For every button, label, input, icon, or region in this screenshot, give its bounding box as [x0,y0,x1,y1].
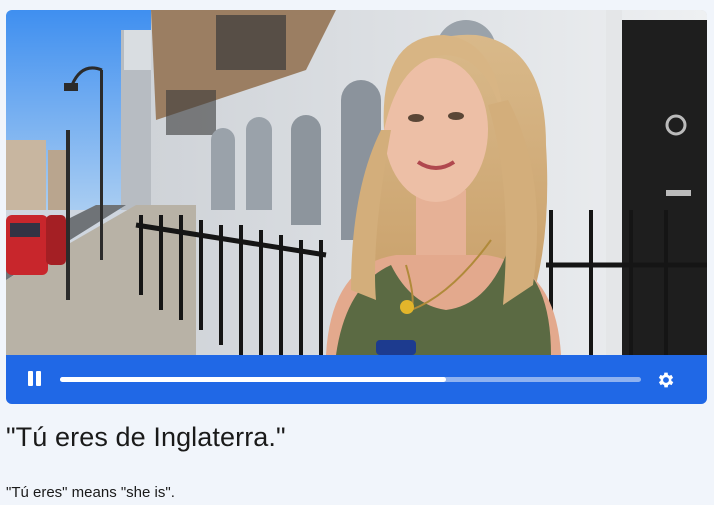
pause-icon-bar [36,371,41,386]
pause-icon [28,371,33,386]
sentence-explanation: "Tú eres" means "she is". [6,484,175,501]
gear-icon [658,372,674,388]
progress-bar[interactable] [60,377,641,382]
video-controls-bar [6,355,707,404]
progress-bar-fill [60,377,447,382]
video-frame [6,10,707,355]
settings-button[interactable] [656,370,676,390]
target-sentence: "Tú eres de Inglaterra." [6,422,286,452]
pause-button[interactable] [26,370,44,388]
video-player[interactable] [6,10,707,404]
